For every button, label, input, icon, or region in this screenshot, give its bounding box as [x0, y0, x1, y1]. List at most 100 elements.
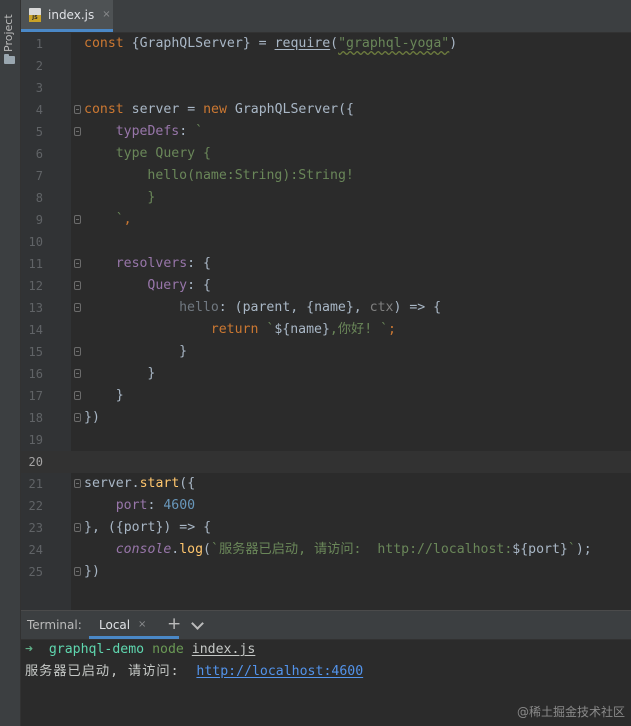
code-text: const server = new GraphQLServer({ [84, 99, 354, 121]
code-text: typeDefs: ` [116, 121, 203, 143]
terminal-tab-local[interactable]: Local × [89, 611, 179, 639]
code-line[interactable]: 14 return `${name},你好! `; [21, 319, 631, 341]
code-line[interactable]: 19 [21, 429, 631, 451]
code-token: return [210, 322, 267, 337]
code-text: }, ({port}) => { [84, 517, 211, 539]
code-token: ) => { [393, 300, 442, 315]
line-number: 18 [28, 411, 43, 425]
terminal-tab-close-icon[interactable]: × [138, 619, 146, 630]
code-line[interactable]: 23}, ({port}) => { [21, 517, 631, 539]
code-line[interactable]: 21 server.start({ [21, 473, 631, 495]
fold-marker-icon[interactable] [74, 567, 81, 576]
code-token: ,你好! ` [329, 322, 389, 337]
code-line[interactable]: 11 resolvers: { [21, 253, 631, 275]
code-text: Query: { [147, 275, 211, 297]
line-number: 15 [28, 345, 43, 359]
code-token: log [179, 542, 204, 557]
code-line[interactable]: 9 `, [21, 209, 631, 231]
fold-marker-icon[interactable] [74, 215, 81, 224]
code-text: resolvers: { [116, 253, 211, 275]
localhost-link[interactable]: http://localhost:4600 [196, 664, 363, 679]
code-token: hello [179, 300, 219, 315]
terminal-output-line: 服务器已启动, 请访问: http://localhost:4600 [25, 661, 631, 683]
code-line[interactable]: 7 hello(name:String):String! [21, 165, 631, 187]
code-line[interactable]: 6 type Query { [21, 143, 631, 165]
fold-marker-icon[interactable] [74, 413, 81, 422]
code-line[interactable]: 25}) [21, 561, 631, 583]
line-number: 24 [28, 543, 43, 557]
folder-icon[interactable] [4, 54, 15, 64]
line-number: 14 [28, 323, 43, 337]
code-text: server.start({ [84, 473, 195, 495]
code-token: port [115, 498, 148, 513]
fold-marker-icon[interactable] [74, 391, 81, 400]
line-number: 2 [35, 59, 43, 73]
line-number: 22 [28, 499, 43, 513]
line-number: 10 [28, 235, 43, 249]
code-line[interactable]: 5 typeDefs: ` [21, 121, 631, 143]
code-token: ${port} [512, 542, 568, 557]
line-number: 8 [35, 191, 43, 205]
code-text: } [116, 385, 124, 407]
code-token: type Query { [115, 146, 211, 161]
fold-marker-icon[interactable] [74, 127, 81, 136]
code-token: ` [567, 542, 576, 557]
code-line[interactable]: 12 Query: { [21, 275, 631, 297]
tab-close-icon[interactable]: × [102, 9, 110, 20]
code-line[interactable]: 18}) [21, 407, 631, 429]
fold-marker-icon[interactable] [74, 369, 81, 378]
code-line[interactable]: 15} [21, 341, 631, 363]
line-number: 12 [28, 279, 43, 293]
new-terminal-plus-icon[interactable]: + [167, 614, 181, 634]
code-line[interactable]: 22 port: 4600 [21, 495, 631, 517]
fold-marker-icon[interactable] [74, 523, 81, 532]
fold-marker-icon[interactable] [74, 347, 81, 356]
code-line[interactable]: 16} [21, 363, 631, 385]
code-token: const [84, 102, 132, 117]
code-token: Query [147, 278, 188, 293]
chevron-down-icon[interactable] [191, 617, 204, 630]
code-token: ); [575, 542, 592, 557]
fold-marker-icon[interactable] [74, 259, 81, 268]
fold-marker-icon[interactable] [74, 303, 81, 312]
editor-tab-bar: JS index.js × [21, 0, 631, 33]
code-line[interactable]: 8} [21, 187, 631, 209]
code-line[interactable]: 13 hello: (parent, {name}, ctx) => { [21, 297, 631, 319]
code-line[interactable]: 17} [21, 385, 631, 407]
code-token: : [179, 124, 196, 139]
fold-marker-icon[interactable] [74, 281, 81, 290]
code-token: : (parent, {name}, [218, 300, 370, 315]
code-token: {GraphQLServer} = [131, 36, 275, 51]
code-token: server. [84, 476, 140, 491]
code-line[interactable]: 4 const server = new GraphQLServer({ [21, 99, 631, 121]
code-line[interactable]: 10 [21, 231, 631, 253]
code-token: } [115, 388, 124, 403]
terminal-title: Terminal: [27, 618, 82, 632]
code-token: } [179, 344, 188, 359]
line-number: 25 [28, 565, 43, 579]
code-token: , [123, 212, 132, 227]
fold-marker-icon[interactable] [74, 105, 81, 114]
line-number: 5 [35, 125, 43, 139]
line-number: 19 [28, 433, 43, 447]
code-token: start [139, 476, 180, 491]
tab-index-js[interactable]: JS index.js × [21, 0, 113, 32]
prompt-file-link[interactable]: index.js [192, 642, 256, 657]
code-editor[interactable]: 1 const {GraphQLServer} = require("graphq… [21, 33, 631, 610]
project-tool-button[interactable]: Project [1, 10, 17, 52]
code-line[interactable]: 3 [21, 77, 631, 99]
line-number: 4 [35, 103, 43, 117]
code-token: const [84, 36, 132, 51]
code-line[interactable]: 2 [21, 55, 631, 77]
code-token: }) [84, 410, 100, 425]
code-token: } [147, 366, 156, 381]
code-line[interactable]: 24 console.log(`服务器已启动, 请访问: http://local… [21, 539, 631, 561]
prompt-directory: graphql-demo [48, 642, 145, 657]
line-number: 6 [35, 147, 43, 161]
fold-marker-icon[interactable] [74, 479, 81, 488]
code-token: }, ({port}) => { [84, 520, 212, 535]
code-line[interactable]: 20 [21, 451, 631, 473]
line-number: 20 [28, 455, 43, 469]
code-token: `服务器已启动, 请访问: http://localhost: [211, 542, 513, 557]
code-line[interactable]: 1 const {GraphQLServer} = require("graphq… [21, 33, 631, 55]
